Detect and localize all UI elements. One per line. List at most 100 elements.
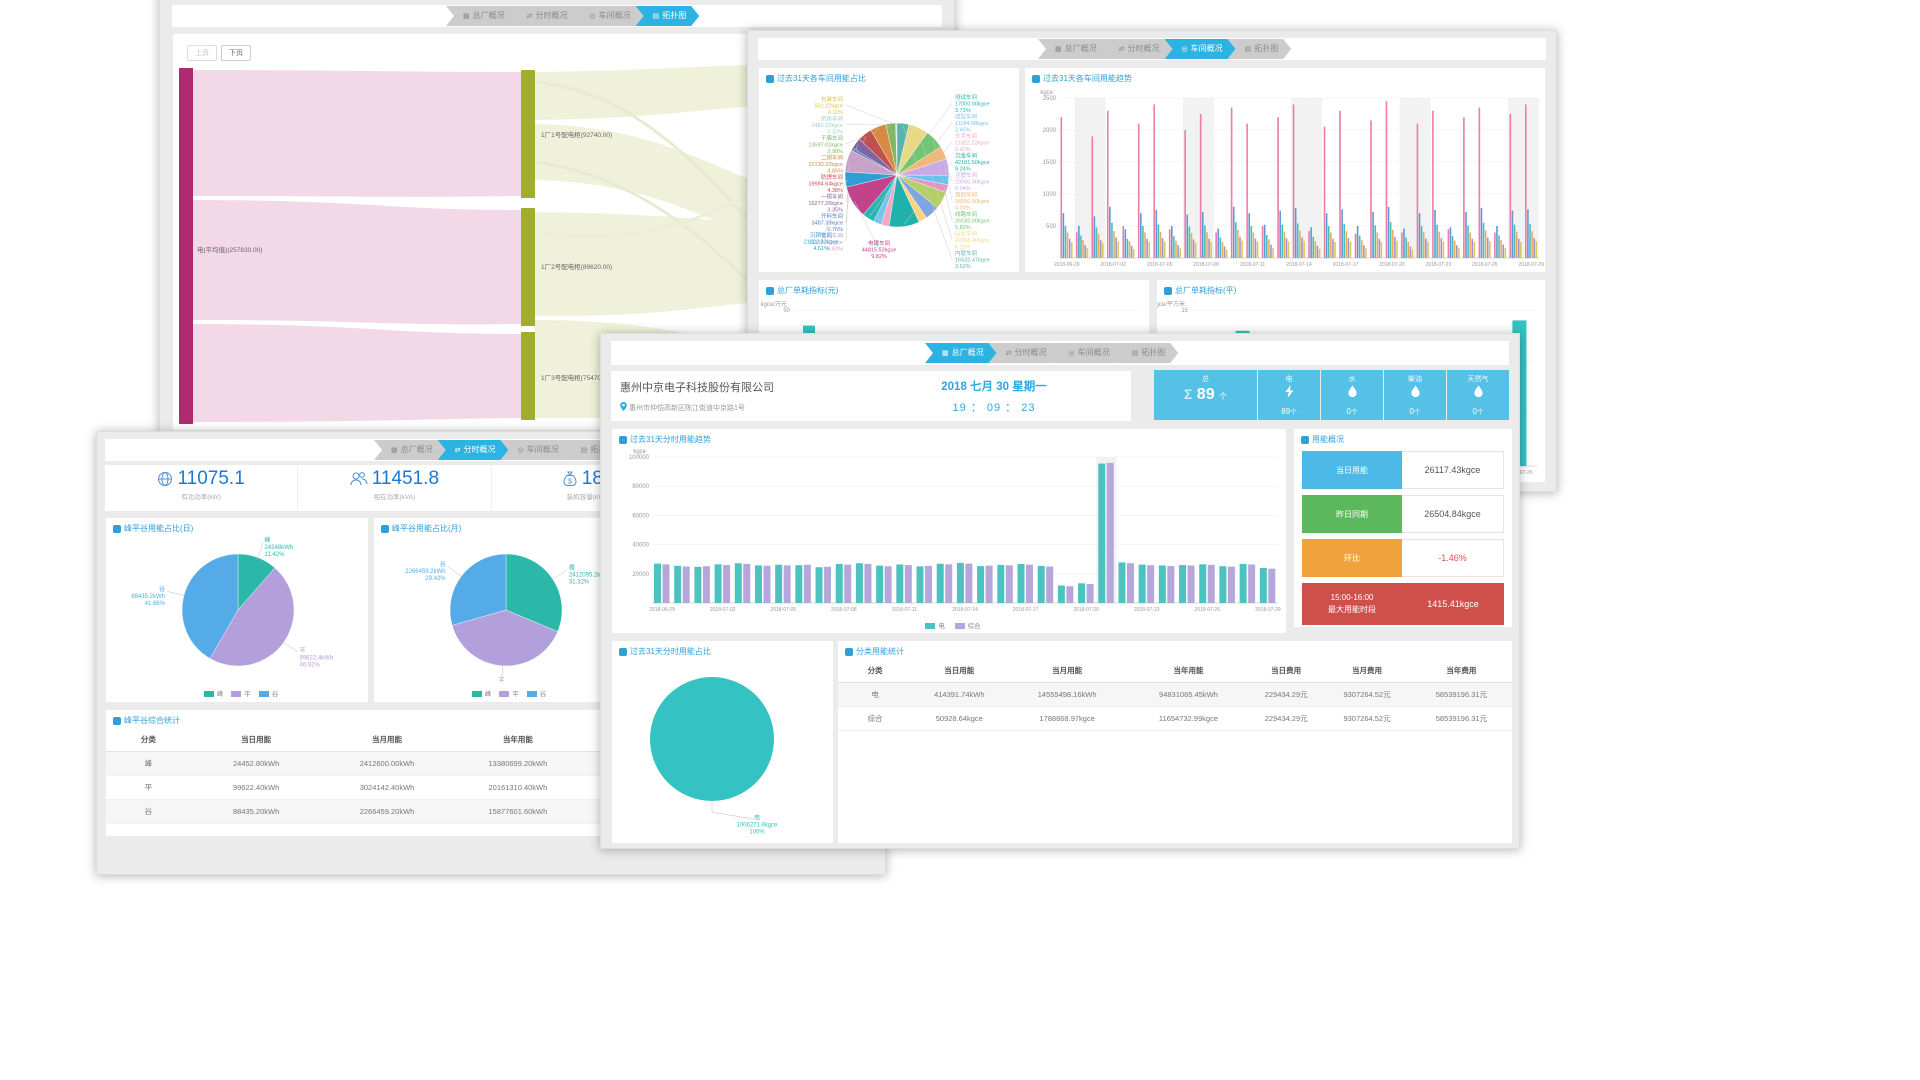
svg-text:2018-07-14: 2018-07-14 <box>952 607 978 613</box>
svg-text:2018-07-14: 2018-07-14 <box>1286 262 1312 268</box>
tab-label: 分时概况 <box>1015 348 1047 357</box>
legend-label: 平 <box>244 691 251 698</box>
tab-2[interactable]: ◎车间概况 <box>1165 39 1236 59</box>
next-page-button[interactable]: 下页 <box>221 45 251 61</box>
sigma-icon: Σ <box>1184 386 1192 402</box>
table-row: 综合50928.64kgce1788868.97kgce11654732.99k… <box>838 707 1512 731</box>
tab-1[interactable]: ⇄分时概况 <box>989 343 1060 363</box>
tab-0[interactable]: ▦总厂概况 <box>446 6 518 26</box>
svg-text:一铜车间15277.25kgce3.35%: 一铜车间15277.25kgce3.35% <box>808 193 843 214</box>
tab-3[interactable]: ▤拓扑图 <box>636 6 700 26</box>
svg-text:$: $ <box>568 479 572 486</box>
svg-text:谷88435.2kWh41.66%: 谷88435.2kWh41.66% <box>131 585 165 607</box>
energy-row-value: 26504.84kgce <box>1402 495 1504 533</box>
svg-text:电1006271.9kgce100%: 电1006271.9kgce100% <box>736 814 778 836</box>
svg-text:2018-06-29: 2018-06-29 <box>1054 262 1080 268</box>
tab-1[interactable]: ⇄分时概况 <box>438 440 509 460</box>
category-energy-table: 分类当日用能当月用能当年用能当日费用当月费用当年费用电414391.74kWh1… <box>838 659 1512 731</box>
energy-row-value: -1.46% <box>1402 539 1504 577</box>
svg-text:2018-07-26: 2018-07-26 <box>1472 262 1498 268</box>
prev-page-button[interactable]: 上页 <box>187 45 217 61</box>
svg-text:2018-07-02: 2018-07-02 <box>710 607 736 613</box>
tab-label: 车间概况 <box>599 11 631 20</box>
w2-trend-title-row: 过去31天各车间用能趋势 <box>1032 73 1132 84</box>
stat-active-power: 11075.1 有功功率(kW) <box>105 465 298 511</box>
tab-icon: ▦ <box>1055 46 1062 53</box>
svg-text:2018-07-17: 2018-07-17 <box>1333 262 1359 268</box>
stat-apparent-power: 11451.8 视在功率(kVA) <box>298 465 491 511</box>
peak-period-time: 15:00-16:00 <box>1302 592 1402 604</box>
tile-unit: 个 <box>1414 409 1421 416</box>
lightning-icon <box>1284 385 1295 398</box>
tab-3[interactable]: ▤拓扑图 <box>1115 343 1179 363</box>
legend-label: 谷 <box>540 691 547 698</box>
current-date: 2018 七月 30 星期一 <box>909 378 1079 394</box>
col-header: 当日用能 <box>191 728 322 752</box>
tile-unit: 个 <box>1290 409 1297 416</box>
tab-icon: ⇄ <box>455 447 461 454</box>
col-header: 当年用能 <box>452 728 583 752</box>
tab-1[interactable]: ⇄分时概况 <box>510 6 581 26</box>
tab-3[interactable]: ▤拓扑图 <box>1228 39 1292 59</box>
svg-text:沉金车间42181.50kgce9.24%: 沉金车间42181.50kgce9.24% <box>955 152 990 173</box>
tile-value: 89 <box>1281 407 1290 416</box>
tab-icon: ▤ <box>653 13 660 20</box>
svg-text:2018-07-11: 2018-07-11 <box>1240 262 1265 268</box>
col-header: 当月费用 <box>1323 659 1411 683</box>
pie-icon <box>619 648 627 656</box>
globe-icon <box>157 471 173 487</box>
tab-2[interactable]: ◎车间概况 <box>1052 343 1123 363</box>
tab-icon: ▦ <box>463 13 470 20</box>
legend-swatch-electric <box>925 623 935 629</box>
tile-unit: 个 <box>1219 392 1227 401</box>
tile-total-meters: 总 Σ 89 个 <box>1154 370 1257 420</box>
tile-gas-meters: 天然气 0个 <box>1447 370 1509 420</box>
svg-text:平3024142.4kWh39.26%: 平3024142.4kWh39.26% <box>481 678 521 682</box>
w2-unit-yuan-title-row: 总厂单耗指标(元) <box>766 285 838 296</box>
tab-0[interactable]: ▦总厂概况 <box>925 343 997 363</box>
w3-table-title-row: 分类用能统计 <box>845 646 904 657</box>
tab-label: 总厂概况 <box>473 11 505 20</box>
panel-title: 峰平谷用能占比(日) <box>124 523 193 534</box>
w3-energy-summary-panel: 用能概况 当日用能26117.43kgce 昨日同期26504.84kgce 环… <box>1293 428 1513 628</box>
tab-icon: ▤ <box>1245 46 1252 53</box>
legend-label: 峰 <box>217 691 224 698</box>
tab-1[interactable]: ⇄分时概况 <box>1102 39 1173 59</box>
svg-text:谷2266459.2kWh29.42%: 谷2266459.2kWh29.42% <box>405 560 446 582</box>
pie-legend: 峰平谷 <box>374 688 636 698</box>
tile-label: 柴油 <box>1384 370 1446 384</box>
tab-label: 总厂概况 <box>401 445 433 454</box>
svg-text:500: 500 <box>1046 224 1057 230</box>
tab-2[interactable]: ◎车间概况 <box>573 6 644 26</box>
svg-text:2018-07-02: 2018-07-02 <box>1100 262 1126 268</box>
col-header: 当日费用 <box>1249 659 1323 683</box>
panel-title: 峰平谷综合统计 <box>124 715 180 726</box>
w2-workshop-trend-panel: 过去31天各车间用能趋势 kgce25002000150010005002018… <box>1024 67 1546 273</box>
svg-text:防焊车间19984.64kgce4.38%: 防焊车间19984.64kgce4.38% <box>808 173 843 194</box>
w4-month-pie-title-row: 峰平谷用能占比(月) <box>381 523 461 534</box>
w4-tabs: ▦总厂概况⇄分时概况◎车间概况▤拓扑图 <box>382 440 627 460</box>
tab-0[interactable]: ▦总厂概况 <box>374 440 446 460</box>
legend-label: 峰 <box>485 691 492 698</box>
tile-unit: 个 <box>1477 409 1484 416</box>
tab-icon: ◎ <box>1069 350 1075 357</box>
legend-swatch <box>259 691 269 697</box>
panel-title: 总厂单耗指标(平) <box>1175 285 1236 296</box>
col-header: 当月用能 <box>1006 659 1127 683</box>
tab-label: 分时概况 <box>536 11 568 20</box>
svg-text:测试车间17000.00kgce3.73%: 测试车间17000.00kgce3.73% <box>955 93 990 114</box>
trend-legend: 电 综合 <box>612 620 1286 630</box>
svg-text:1500: 1500 <box>1043 160 1057 166</box>
svg-text:包装车间501.22kgce0.11%: 包装车间501.22kgce0.11% <box>815 95 844 116</box>
w2-tab-bar: ▦总厂概况⇄分时概况◎车间概况▤拓扑图 <box>758 38 1546 60</box>
svg-text:20000: 20000 <box>632 572 649 578</box>
w3-energy-title-row: 用能概况 <box>1301 434 1344 445</box>
tile-water-meters: 水 0个 <box>1321 370 1383 420</box>
tile-diesel-meters: 柴油 0个 <box>1384 370 1446 420</box>
tile-label: 总 <box>1154 370 1257 384</box>
tab-2[interactable]: ◎车间概况 <box>501 440 572 460</box>
drop-icon <box>1473 385 1484 398</box>
svg-text:成型车间11184.08kgce2.45%: 成型车间11184.08kgce2.45% <box>955 113 989 134</box>
tab-0[interactable]: ▦总厂概况 <box>1038 39 1110 59</box>
col-header: 当年费用 <box>1411 659 1512 683</box>
